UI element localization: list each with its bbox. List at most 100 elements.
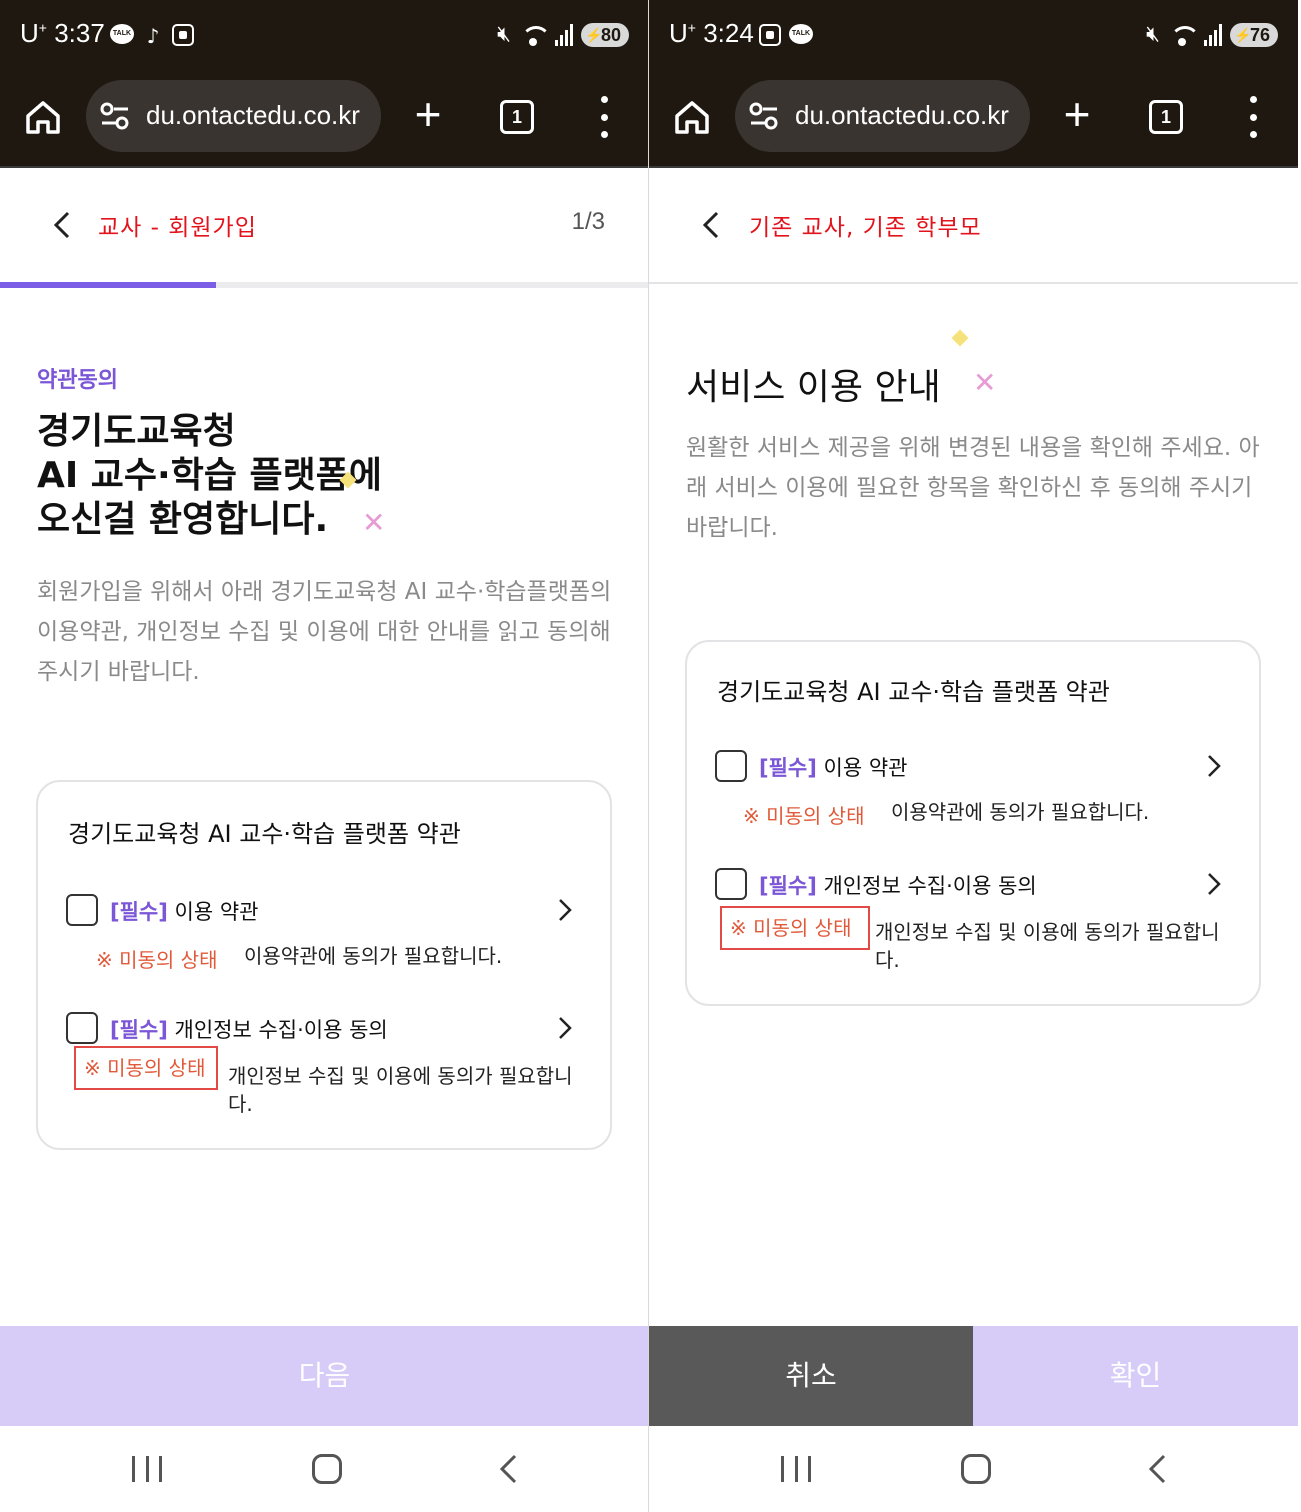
term-row-usage[interactable]: [필수] 이용 약관 — [66, 894, 572, 930]
app-header: 기존 교사, 기존 학부모 — [649, 168, 1298, 284]
terms-card: 경기도교육청 AI 교수·학습 플랫폼 약관 [필수] 이용 약관 ※ 미동의 … — [685, 640, 1261, 1006]
status-not-agreed: ※ 미동의 상태 — [743, 804, 865, 828]
system-icons: 🔇︎ 76 — [1146, 22, 1278, 47]
wifi-icon — [519, 24, 551, 46]
decoration-x: ✕ — [973, 366, 997, 399]
status-description: 개인정보 수집 및 이용에 동의가 필요합니다. — [228, 1064, 573, 1116]
more-vert-icon[interactable] — [596, 96, 612, 138]
tune-icon[interactable] — [100, 102, 130, 130]
decoration-diamond — [951, 329, 969, 347]
chevron-right-icon[interactable] — [558, 898, 572, 922]
screen-capture-icon — [759, 24, 781, 46]
kakaotalk-icon: TALK — [789, 24, 813, 44]
new-tab-plus-icon[interactable]: + — [408, 90, 448, 142]
mute-icon: 🔇︎ — [1146, 22, 1160, 47]
notification-icons: TALK ♪ — [110, 24, 194, 48]
term-label: [필수] 개인정보 수집·이용 동의 — [110, 1018, 388, 1042]
url-bar[interactable]: du.ontactedu.co.kr — [735, 80, 1030, 152]
recents-icon[interactable] — [132, 1456, 162, 1482]
term-checkbox[interactable] — [66, 1012, 98, 1044]
browser-toolbar: du.ontactedu.co.kr + 1 — [0, 72, 649, 168]
header-title: 기존 교사, 기존 학부모 — [749, 215, 982, 241]
status-time: U+ 3:37 — [20, 18, 105, 48]
headline-line-1: 경기도교육청 — [37, 411, 236, 452]
section-eyebrow: 약관동의 — [37, 368, 118, 393]
chevron-right-icon[interactable] — [1207, 754, 1221, 778]
term-label: [필수] 이용 약관 — [110, 900, 259, 924]
status-not-agreed-boxed: ※ 미동의 상태 — [720, 906, 870, 950]
status-description: 이용약관에 동의가 필요합니다. — [244, 944, 503, 968]
mute-icon: 🔇︎ — [497, 22, 511, 47]
nav-home-icon[interactable] — [961, 1454, 991, 1484]
term-row-privacy[interactable]: [필수] 개인정보 수집·이용 동의 — [66, 1012, 572, 1048]
chevron-right-icon[interactable] — [558, 1016, 572, 1040]
system-icons: 🔇︎ 80 — [497, 22, 629, 47]
service-description: 원활한 서비스 제공을 위해 변경된 내용을 확인해 주세요. 아래 서비스 이… — [686, 435, 1260, 541]
back-chevron-icon[interactable] — [50, 210, 74, 240]
wifi-icon — [1168, 24, 1200, 46]
terms-card-title: 경기도교육청 AI 교수·학습 플랫폼 약관 — [68, 820, 461, 848]
battery-indicator: 76 — [1229, 22, 1278, 47]
term-checkbox[interactable] — [715, 750, 747, 782]
term-checkbox[interactable] — [715, 868, 747, 900]
recents-icon[interactable] — [781, 1456, 811, 1482]
url-text: du.ontactedu.co.kr — [146, 100, 360, 130]
browser-toolbar: du.ontactedu.co.kr + 1 — [649, 72, 1298, 168]
app-header: 교사 - 회원가입 1/3 — [0, 168, 649, 284]
header-divider — [649, 282, 1298, 284]
home-icon[interactable] — [22, 96, 64, 138]
home-icon[interactable] — [671, 96, 713, 138]
tune-icon[interactable] — [749, 102, 779, 130]
headline-highlight: 환영합니다. — [142, 499, 335, 540]
page-title: 서비스 이용 안내 — [686, 367, 941, 408]
nav-back-icon[interactable] — [498, 1454, 518, 1484]
status-not-agreed: ※ 미동의 상태 — [96, 948, 218, 972]
status-not-agreed-boxed: ※ 미동의 상태 — [74, 1046, 218, 1090]
confirm-button[interactable]: 확인 — [973, 1326, 1298, 1426]
term-checkbox[interactable] — [66, 894, 98, 926]
chevron-right-icon[interactable] — [1207, 872, 1221, 896]
new-tab-plus-icon[interactable]: + — [1057, 90, 1097, 142]
step-indicator: 1/3 — [571, 208, 605, 235]
status-bar: U+ 3:24 TALK 🔇︎ 76 — [649, 0, 1298, 72]
headline-line-2: AI 교수·학습 플랫폼에 — [37, 455, 382, 496]
url-bar[interactable]: du.ontactedu.co.kr — [86, 80, 381, 152]
decoration-x: ✕ — [362, 506, 386, 539]
progress-fill — [0, 282, 217, 288]
notification-icons: TALK — [759, 24, 813, 46]
terms-card-title: 경기도교육청 AI 교수·학습 플랫폼 약관 — [717, 678, 1110, 706]
signal-icon — [1203, 23, 1222, 46]
welcome-headline: 경기도교육청 AI 교수·학습 플랫폼에 오신걸 환영합니다. — [37, 410, 382, 542]
tiktok-icon: ♪ — [146, 24, 160, 48]
nav-home-icon[interactable] — [312, 1454, 342, 1484]
android-nav-bar — [649, 1426, 1298, 1512]
kakaotalk-icon: TALK — [110, 24, 134, 44]
next-button[interactable]: 다음 — [0, 1326, 649, 1426]
term-row-usage[interactable]: [필수] 이용 약관 — [715, 750, 1221, 786]
status-description: 개인정보 수집 및 이용에 동의가 필요합니다. — [875, 920, 1220, 972]
status-bar: U+ 3:37 TALK ♪ 🔇︎ 80 — [0, 0, 649, 72]
phone-screen-signup: U+ 3:37 TALK ♪ 🔇︎ 80 du.ontactedu.co.kr … — [0, 0, 649, 1512]
term-row-privacy[interactable]: [필수] 개인정보 수집·이용 동의 — [715, 868, 1221, 904]
term-label: [필수] 이용 약관 — [759, 756, 908, 780]
screen-capture-icon — [172, 24, 194, 46]
nav-back-icon[interactable] — [1147, 1454, 1167, 1484]
back-chevron-icon[interactable] — [699, 210, 723, 240]
tabs-icon[interactable]: 1 — [500, 100, 534, 134]
terms-card: 경기도교육청 AI 교수·학습 플랫폼 약관 [필수] 이용 약관 ※ 미동의 … — [36, 780, 612, 1150]
header-title: 교사 - 회원가입 — [98, 215, 257, 241]
signal-icon — [554, 23, 573, 46]
status-time: U+ 3:24 — [669, 18, 754, 48]
url-text: du.ontactedu.co.kr — [795, 100, 1009, 130]
phone-screen-service-notice: U+ 3:24 TALK 🔇︎ 76 du.ontactedu.co.kr + … — [649, 0, 1298, 1512]
android-nav-bar — [0, 1426, 649, 1512]
term-label: [필수] 개인정보 수집·이용 동의 — [759, 874, 1037, 898]
status-description: 이용약관에 동의가 필요합니다. — [891, 800, 1150, 824]
signup-description: 회원가입을 위해서 아래 경기도교육청 AI 교수·학습플랫폼의 이용약관, 개… — [37, 579, 612, 685]
headline-line-3a: 오신걸 — [37, 499, 149, 540]
cancel-button[interactable]: 취소 — [649, 1326, 973, 1426]
tabs-icon[interactable]: 1 — [1149, 100, 1183, 134]
more-vert-icon[interactable] — [1245, 96, 1261, 138]
battery-indicator: 80 — [580, 22, 629, 47]
progress-bar — [0, 282, 649, 288]
